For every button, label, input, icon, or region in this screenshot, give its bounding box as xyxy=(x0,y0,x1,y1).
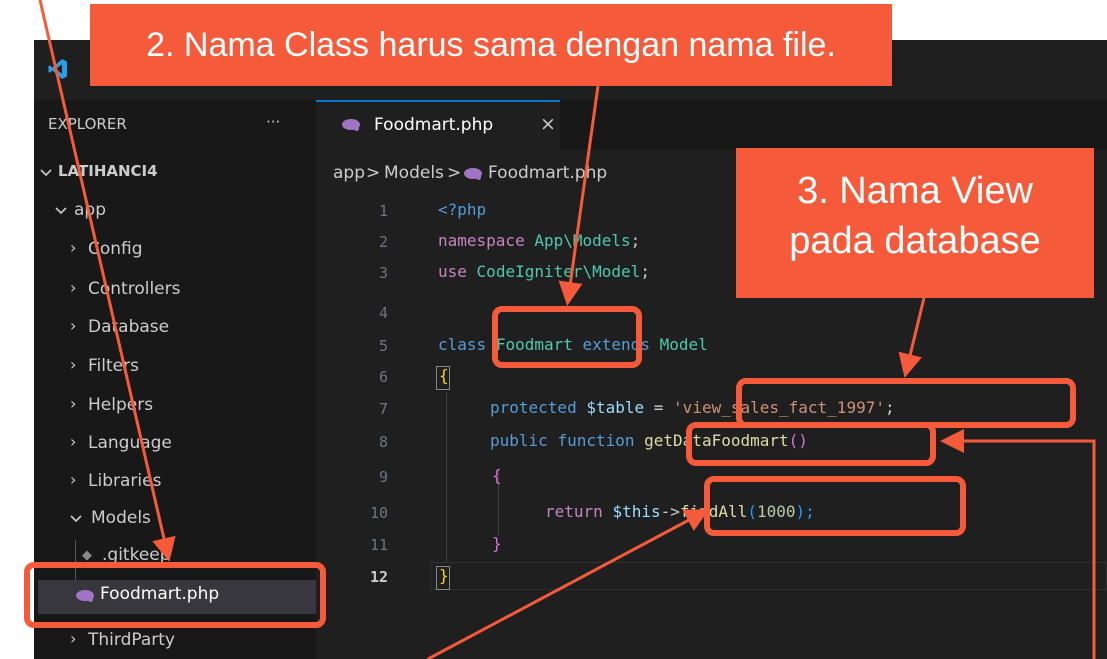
annotated-screenshot: EXPLORER ··· LATIHANCI4 app › Config › C… xyxy=(0,0,1107,659)
arrow-to-table-string xyxy=(898,297,926,378)
arrow-to-file-foodmart xyxy=(38,0,176,562)
annotation-arrows xyxy=(38,0,1096,659)
arrow-to-findall xyxy=(427,509,710,659)
arrow-to-function-name xyxy=(940,429,1096,659)
arrow-to-class-name xyxy=(558,85,600,306)
